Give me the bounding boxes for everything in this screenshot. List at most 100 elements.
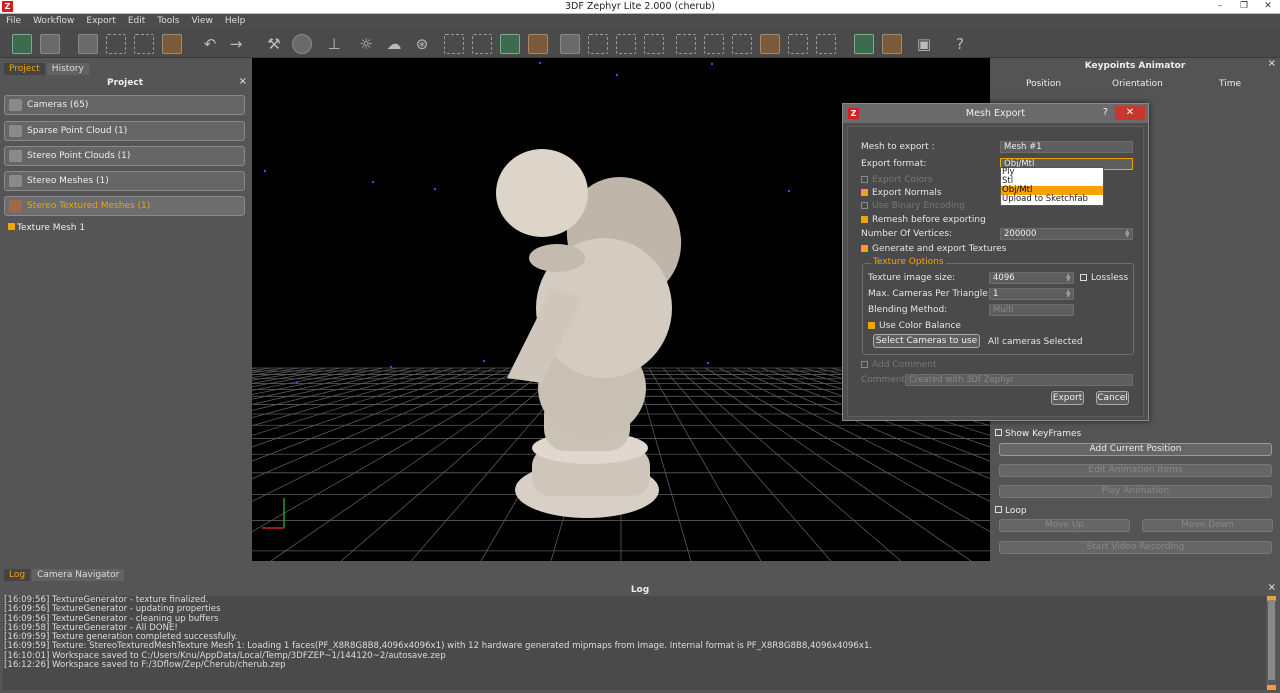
add-comment-checkbox[interactable]: Add Comment (861, 360, 936, 370)
move-down-button[interactable]: Move Down (1142, 519, 1273, 532)
camera-snapshot-icon[interactable]: ▣ (914, 34, 934, 54)
play-animation-button[interactable]: Play Animation (999, 485, 1272, 498)
light-icon[interactable]: ☼ (356, 34, 376, 54)
menu-bar: File Workflow Export Edit Tools View Help (0, 14, 1280, 29)
show-points-icon[interactable] (134, 34, 154, 54)
mesh-to-export-select[interactable]: Mesh #1 (1000, 141, 1133, 153)
undo-icon[interactable]: ↶ (200, 34, 220, 54)
spinner-icon[interactable]: ▲ ▼ (1066, 273, 1072, 283)
project-close-icon[interactable]: × (239, 76, 247, 87)
cancel-button[interactable]: Cancel (1096, 391, 1129, 405)
scroll-thumb[interactable] (1268, 600, 1275, 680)
chat-icon[interactable]: ☁ (384, 34, 404, 54)
screenshot-view-icon[interactable] (78, 34, 98, 54)
select-lasso-icon[interactable] (676, 34, 696, 54)
blending-method-select[interactable]: Multi (989, 304, 1074, 316)
blending-method-label: Blending Method: (868, 305, 948, 315)
select-rect2-icon[interactable] (616, 34, 636, 54)
select-rect-icon[interactable] (588, 34, 608, 54)
category-stereo-meshes[interactable]: Stereo Meshes (1) (4, 171, 245, 191)
format-option-sketchfab[interactable]: Upload to Sketchfab (1001, 195, 1103, 204)
tab-project[interactable]: Project (4, 63, 45, 75)
menu-help[interactable]: Help (219, 14, 252, 29)
menu-workflow[interactable]: Workflow (27, 14, 80, 29)
category-stereo-point-clouds[interactable]: Stereo Point Clouds (1) (4, 146, 245, 166)
tab-history[interactable]: History (46, 63, 89, 75)
tool-icon[interactable]: ⚒ (264, 34, 284, 54)
format-option-ply[interactable]: Ply (1001, 168, 1103, 177)
tree-item-label: Texture Mesh 1 (17, 223, 86, 233)
texture-options-title: Texture Options (871, 257, 946, 267)
show-keyframes-checkbox[interactable]: Show KeyFrames (995, 429, 1081, 439)
lossless-checkbox[interactable]: Lossless (1080, 273, 1128, 283)
select-rect3-icon[interactable] (644, 34, 664, 54)
scroll-down-icon[interactable] (1267, 685, 1276, 690)
close-window-button[interactable]: ✕ (1256, 0, 1280, 14)
move-up-button[interactable]: Move Up (999, 519, 1130, 532)
menu-view[interactable]: View (185, 14, 218, 29)
select-cameras-button[interactable]: Select Cameras to use (873, 334, 980, 348)
binary-encoding-checkbox[interactable]: Use Binary Encoding (861, 201, 965, 211)
dialog-help-icon[interactable]: ? (1103, 104, 1108, 121)
spinner-icon[interactable]: ▲ ▼ (1125, 229, 1131, 239)
export-normals-checkbox[interactable]: Export Normals (861, 188, 942, 198)
menu-edit[interactable]: Edit (122, 14, 151, 29)
orbit-icon[interactable] (292, 34, 312, 54)
minimize-button[interactable]: – (1208, 0, 1232, 14)
num-vertices-input[interactable]: 200000 ▲ ▼ (1000, 228, 1133, 240)
deselect-icon[interactable] (788, 34, 808, 54)
log-scrollbar[interactable] (1267, 596, 1276, 690)
tree-item-texture-mesh[interactable]: Texture Mesh 1 (8, 223, 85, 233)
keypoints-close-icon[interactable]: × (1268, 58, 1276, 69)
dialog-close-button[interactable]: ✕ (1115, 106, 1145, 120)
tab-camera-navigator[interactable]: Camera Navigator (32, 569, 125, 581)
export-format-dropdown[interactable]: Ply Stl Obj/Mtl Upload to Sketchfab (1000, 167, 1104, 206)
select-grow-icon[interactable] (732, 34, 752, 54)
log-close-icon[interactable]: × (1268, 582, 1276, 593)
color-balance-checkbox[interactable]: Use Color Balance (868, 321, 961, 331)
category-sparse-point-cloud[interactable]: Sparse Point Cloud (1) (4, 121, 245, 141)
invert-selection-icon[interactable] (760, 34, 780, 54)
tab-log[interactable]: Log (4, 569, 31, 581)
new-project-icon[interactable] (12, 34, 32, 54)
project-panel: Project History Project × Cameras (65) Sp… (0, 58, 252, 561)
sphere-icon[interactable] (500, 34, 520, 54)
loop-checkbox[interactable]: Loop (995, 506, 1027, 516)
menu-tools[interactable]: Tools (151, 14, 185, 29)
add-current-position-button[interactable]: Add Current Position (999, 443, 1272, 456)
bounding-box-icon[interactable] (560, 34, 580, 54)
cube-icon[interactable] (528, 34, 548, 54)
axis-icon[interactable]: ⊥ (324, 34, 344, 54)
category-cameras[interactable]: Cameras (65) (4, 95, 245, 115)
show-mesh-icon[interactable] (162, 34, 182, 54)
redo-icon[interactable]: → (226, 34, 246, 54)
export-colors-checkbox[interactable]: Export Colors (861, 175, 933, 185)
export-button[interactable]: Export (1051, 391, 1084, 405)
points-select2-icon[interactable] (472, 34, 492, 54)
remesh-checkbox[interactable]: Remesh before exporting (861, 215, 986, 225)
lossless-label: Lossless (1091, 273, 1129, 283)
log-title: Log (630, 585, 650, 595)
texture-icon[interactable] (882, 34, 902, 54)
spinner-icon[interactable]: ▲ ▼ (1066, 289, 1072, 299)
menu-export[interactable]: Export (80, 14, 121, 29)
help-icon[interactable]: ? (950, 34, 970, 54)
points-select-icon[interactable] (444, 34, 464, 54)
texture-size-input[interactable]: 4096 ▲ ▼ (989, 272, 1074, 284)
restore-button[interactable]: ❐ (1232, 0, 1256, 14)
menu-file[interactable]: File (0, 14, 27, 29)
color-channels-icon[interactable]: ⊛ (412, 34, 432, 54)
save-project-icon[interactable] (40, 34, 60, 54)
binary-encoding-label: Use Binary Encoding (872, 201, 965, 211)
show-cameras-icon[interactable] (106, 34, 126, 54)
texture-size-value: 4096 (993, 273, 1015, 283)
category-stereo-textured-meshes[interactable]: Stereo Textured Meshes (1) (4, 196, 245, 216)
delete-selection-icon[interactable] (816, 34, 836, 54)
max-cameras-input[interactable]: 1 ▲ ▼ (989, 288, 1074, 300)
filter-icon[interactable] (854, 34, 874, 54)
edit-animation-button[interactable]: Edit Animation Items (999, 464, 1272, 477)
select-lasso2-icon[interactable] (704, 34, 724, 54)
generate-textures-checkbox[interactable]: Generate and export Textures (861, 244, 1006, 254)
comment-input[interactable]: Created with 3Df Zephyr (905, 374, 1133, 386)
start-video-recording-button[interactable]: Start Video Recording (999, 541, 1272, 554)
